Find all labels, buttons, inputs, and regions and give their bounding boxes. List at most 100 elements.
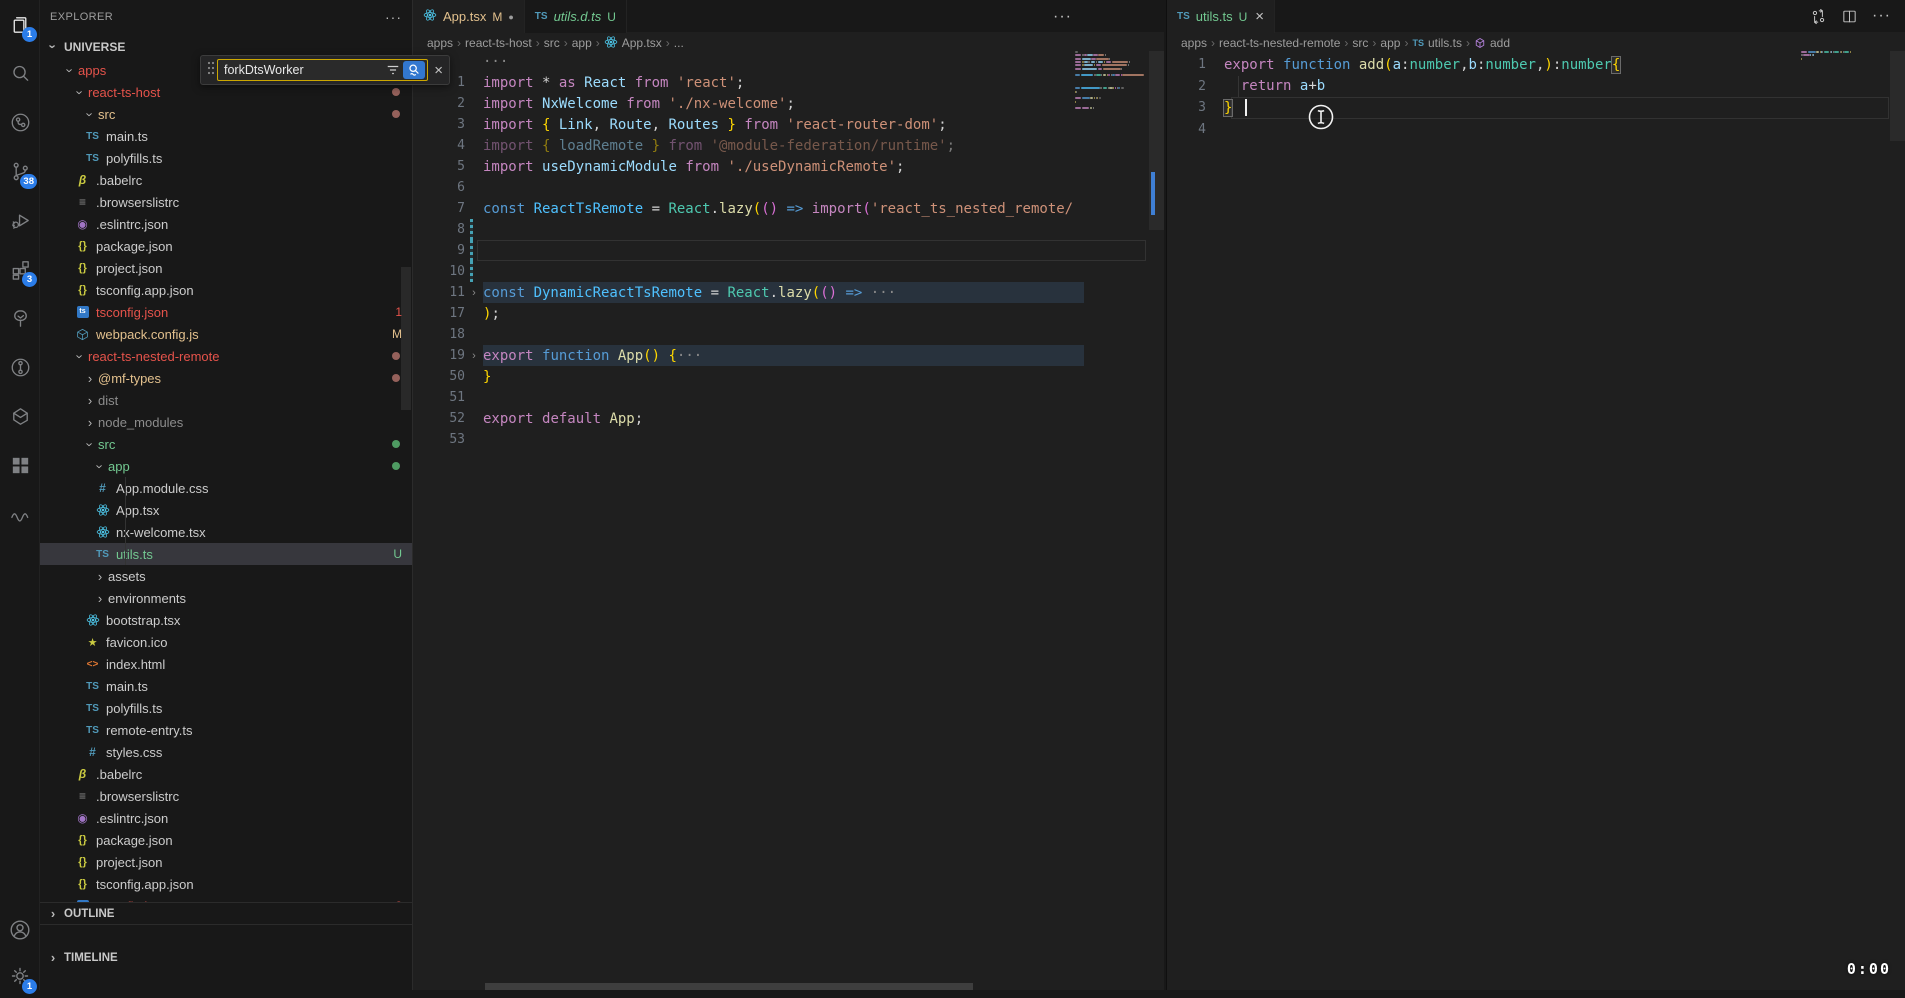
close-icon[interactable]: × xyxy=(1255,8,1264,25)
code-line-7[interactable]: 7const ReactTsRemote = React.lazy(() => … xyxy=(413,198,1164,219)
code-line-9[interactable]: 9 xyxy=(413,240,1164,261)
activity-item-remote-graph[interactable] xyxy=(0,100,40,144)
activity-item-circle-branch[interactable] xyxy=(0,345,40,389)
overview-ruler[interactable] xyxy=(1890,0,1905,990)
split-editor-icon[interactable] xyxy=(1841,8,1858,25)
code-line[interactable]: ··· xyxy=(413,51,1164,72)
tree-item-app[interactable]: ›app xyxy=(40,455,412,477)
code-line-50[interactable]: 50} xyxy=(413,366,1164,387)
horizontal-scrollbar[interactable] xyxy=(485,983,973,990)
code-line-5[interactable]: 5import useDynamicModule from './useDyna… xyxy=(413,156,1164,177)
find-input[interactable]: forkDtsWorker xyxy=(217,59,428,81)
breadcrumb-item-app[interactable]: app xyxy=(572,36,592,50)
tree-item-tsconfig.json[interactable]: tstsconfig.json1 xyxy=(40,301,412,323)
breadcrumb-item-...[interactable]: ... xyxy=(674,36,684,50)
code-line-2[interactable]: 2 return a+b xyxy=(1167,76,1905,98)
tree-item-.eslintrc.json[interactable]: ◉.eslintrc.json xyxy=(40,213,412,235)
sidebar-scrollbar[interactable] xyxy=(401,267,411,410)
code-line-6[interactable]: 6 xyxy=(413,177,1164,198)
tab-utils.ts[interactable]: TSutils.tsU× xyxy=(1167,0,1275,33)
tree-item-styles.css[interactable]: #styles.css xyxy=(40,741,412,763)
code-line-2[interactable]: 2import NxWelcome from './nx-welcome'; xyxy=(413,93,1164,114)
code-line-8[interactable]: 8 xyxy=(413,219,1164,240)
breadcrumb-item-App.tsx[interactable]: App.tsx xyxy=(604,35,662,52)
tree-item-.babelrc[interactable]: β.babelrc xyxy=(40,169,412,191)
activity-item-nx-console[interactable] xyxy=(0,394,40,438)
code-line-19[interactable]: 19›export function App() {··· xyxy=(413,345,1164,366)
code-line-53[interactable]: 53 xyxy=(413,429,1164,450)
activity-item-grid[interactable] xyxy=(0,443,40,487)
editor-more-actions[interactable]: ··· xyxy=(1053,0,1072,33)
more-actions[interactable]: ··· xyxy=(1872,7,1891,25)
tree-item-assets[interactable]: ›assets xyxy=(40,565,412,587)
activity-item-search[interactable] xyxy=(0,51,40,95)
code-line-3[interactable]: 3} xyxy=(1167,97,1905,119)
breadcrumb-item-apps[interactable]: apps xyxy=(427,36,453,50)
code-line-1[interactable]: 1import * as React from 'react'; xyxy=(413,72,1164,93)
tree-item-@mf-types[interactable]: ›@mf-types xyxy=(40,367,412,389)
timeline-section-header[interactable]: › TIMELINE xyxy=(40,924,412,990)
drag-grip-icon[interactable] xyxy=(207,61,215,80)
tree-item-project.json[interactable]: {}project.json xyxy=(40,851,412,873)
tree-item-utils.ts[interactable]: TSutils.tsU xyxy=(40,543,412,565)
tree-item-bootstrap.tsx[interactable]: bootstrap.tsx xyxy=(40,609,412,631)
filter-icon[interactable] xyxy=(386,63,400,77)
tree-item-src[interactable]: ›src xyxy=(40,433,412,455)
tree-item-App.module.css[interactable]: #App.module.css xyxy=(40,477,412,499)
tree-item-react-ts-nested-remote[interactable]: ›react-ts-nested-remote xyxy=(40,345,412,367)
breadcrumb-item-apps[interactable]: apps xyxy=(1181,36,1207,50)
tree-item-.browserslistrc[interactable]: ≡.browserslistrc xyxy=(40,785,412,807)
activity-item-extensions[interactable]: 3 xyxy=(0,247,40,291)
activity-item-tree[interactable] xyxy=(0,296,40,340)
tree-item-.browserslistrc[interactable]: ≡.browserslistrc xyxy=(40,191,412,213)
code-line-18[interactable]: 18 xyxy=(413,324,1164,345)
tab-utils.d.ts[interactable]: TSutils.d.tsU xyxy=(525,0,627,33)
breadcrumb-item-src[interactable]: src xyxy=(544,36,560,50)
fuzzy-search-button[interactable] xyxy=(403,61,425,79)
tree-item-node_modules[interactable]: ›node_modules xyxy=(40,411,412,433)
breadcrumb-item-react-ts-host[interactable]: react-ts-host xyxy=(465,36,532,50)
tree-item-polyfills.ts[interactable]: TSpolyfills.ts xyxy=(40,147,412,169)
code-line-1[interactable]: 1export function add(a:number,b:number,)… xyxy=(1167,54,1905,76)
explorer-more-actions[interactable]: ··· xyxy=(385,9,402,25)
activity-item-settings-gear[interactable]: 1 xyxy=(0,954,40,998)
tree-item-dist[interactable]: ›dist xyxy=(40,389,412,411)
tree-item-favicon.ico[interactable]: ★favicon.ico xyxy=(40,631,412,653)
code-line-4[interactable]: 4import { loadRemote } from '@module-fed… xyxy=(413,135,1164,156)
code-line-17[interactable]: 17); xyxy=(413,303,1164,324)
tree-item-main.ts[interactable]: TSmain.ts xyxy=(40,675,412,697)
code-line-3[interactable]: 3import { Link, Route, Routes } from 're… xyxy=(413,114,1164,135)
code-line-51[interactable]: 51 xyxy=(413,387,1164,408)
tree-item-webpack.config.js[interactable]: webpack.config.jsM xyxy=(40,323,412,345)
activity-item-source-control[interactable]: 38 xyxy=(0,149,40,193)
tree-item-.eslintrc.json[interactable]: ◉.eslintrc.json xyxy=(40,807,412,829)
tab-App.tsx[interactable]: App.tsxM● xyxy=(413,0,525,33)
tree-item-src[interactable]: ›src xyxy=(40,103,412,125)
tree-item-package.json[interactable]: {}package.json xyxy=(40,235,412,257)
code-line-4[interactable]: 4 xyxy=(1167,119,1905,141)
open-changes-icon[interactable] xyxy=(1810,8,1827,25)
tree-item-tsconfig.app.json[interactable]: {}tsconfig.app.json xyxy=(40,279,412,301)
breadcrumb-item-src[interactable]: src xyxy=(1352,36,1368,50)
activity-item-files[interactable]: 1 xyxy=(0,2,40,46)
activity-item-wave[interactable] xyxy=(0,492,40,536)
activity-item-debug[interactable] xyxy=(0,198,40,242)
close-icon[interactable]: × xyxy=(434,62,443,79)
code-line-52[interactable]: 52export default App; xyxy=(413,408,1164,429)
code-line-11[interactable]: 11›const DynamicReactTsRemote = React.la… xyxy=(413,282,1164,303)
tree-item-App.tsx[interactable]: App.tsx xyxy=(40,499,412,521)
tree-item-main.ts[interactable]: TSmain.ts xyxy=(40,125,412,147)
tree-item-project.json[interactable]: {}project.json xyxy=(40,257,412,279)
breadcrumb-item-react-ts-nested-remote[interactable]: react-ts-nested-remote xyxy=(1219,36,1340,50)
tree-item-environments[interactable]: ›environments xyxy=(40,587,412,609)
tree-item-nx-welcome.tsx[interactable]: nx-welcome.tsx xyxy=(40,521,412,543)
tree-item-index.html[interactable]: <>index.html xyxy=(40,653,412,675)
tree-item-polyfills.ts[interactable]: TSpolyfills.ts xyxy=(40,697,412,719)
breadcrumb-item-add[interactable]: add xyxy=(1474,36,1510,50)
breadcrumb-item-app[interactable]: app xyxy=(1380,36,1400,50)
tree-item-tsconfig.app.json[interactable]: {}tsconfig.app.json xyxy=(40,873,412,895)
activity-item-account[interactable] xyxy=(0,908,40,952)
breadcrumb-item-utils.ts[interactable]: TSutils.ts xyxy=(1412,36,1462,50)
code-line-10[interactable]: 10 xyxy=(413,261,1164,282)
tree-item-package.json[interactable]: {}package.json xyxy=(40,829,412,851)
